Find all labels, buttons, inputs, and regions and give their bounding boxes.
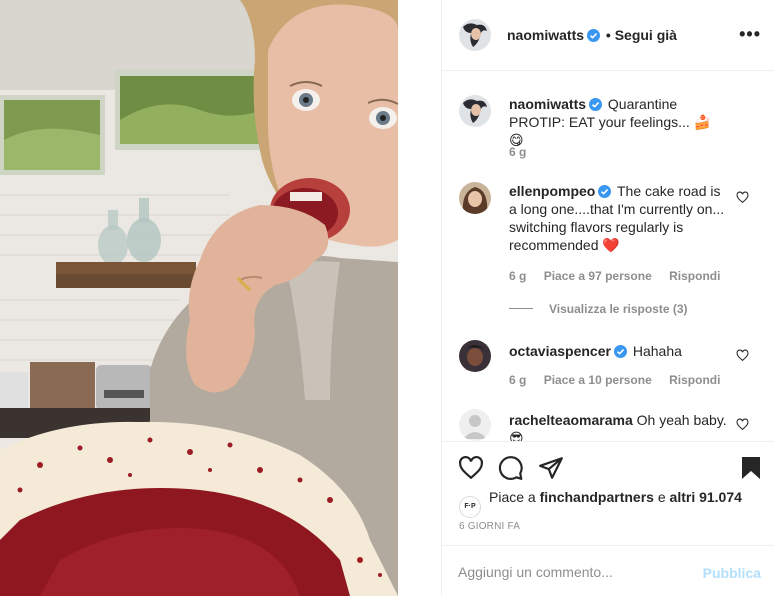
comment-time[interactable]: 6 g bbox=[509, 269, 526, 283]
caption-author[interactable]: naomiwatts bbox=[509, 96, 586, 112]
comment-likes[interactable]: Piace a 10 persone bbox=[544, 373, 652, 387]
like-comment-heart-icon[interactable] bbox=[736, 418, 749, 431]
comment-text: ellenpompeo The cake road is a long one.… bbox=[509, 182, 729, 254]
following-button[interactable]: • Segui già bbox=[606, 27, 677, 43]
comment-body: Hahaha bbox=[632, 343, 682, 359]
likes-others[interactable]: altri 91.074 bbox=[670, 489, 742, 505]
reply-button[interactable]: Rispondi bbox=[669, 373, 720, 387]
comment-likes[interactable]: Piace a 97 persone bbox=[544, 269, 652, 283]
save-bookmark-icon[interactable] bbox=[739, 455, 763, 481]
comments-list[interactable]: naomiwatts Quarantine PROTIP: EAT your f… bbox=[442, 71, 774, 442]
post-header: naomiwatts • Segui già ••• bbox=[442, 0, 774, 71]
comment-text: octaviaspencer Hahaha bbox=[509, 342, 729, 360]
more-options-icon[interactable]: ••• bbox=[739, 24, 761, 45]
like-comment-heart-icon[interactable] bbox=[736, 191, 749, 204]
commenter-avatar[interactable] bbox=[459, 409, 491, 441]
caption-avatar[interactable] bbox=[459, 95, 491, 127]
commenter-avatar[interactable] bbox=[459, 182, 491, 214]
likes-prefix: Piace a bbox=[489, 489, 540, 505]
verified-badge-icon bbox=[589, 98, 603, 111]
liker-username[interactable]: finchandpartners bbox=[540, 489, 654, 505]
verified-badge-icon bbox=[613, 345, 627, 358]
comment-author[interactable]: ellenpompeo bbox=[509, 183, 595, 199]
author-avatar[interactable] bbox=[459, 19, 491, 51]
like-comment-heart-icon[interactable] bbox=[736, 349, 749, 362]
post-photo[interactable] bbox=[0, 0, 398, 596]
like-heart-icon[interactable] bbox=[458, 455, 484, 481]
publish-button[interactable]: Pubblica bbox=[703, 565, 761, 581]
commenter-avatar[interactable] bbox=[459, 340, 491, 372]
comment-input[interactable] bbox=[458, 558, 698, 586]
caption-time[interactable]: 6 g bbox=[509, 145, 526, 159]
reply-button[interactable]: Rispondi bbox=[669, 269, 720, 283]
post-date[interactable]: 6 GIORNI FA bbox=[459, 521, 520, 532]
share-paper-plane-icon[interactable] bbox=[538, 455, 564, 481]
comment-author[interactable]: octaviaspencer bbox=[509, 343, 611, 359]
post-image bbox=[0, 0, 398, 596]
author-username[interactable]: naomiwatts bbox=[507, 27, 584, 43]
view-replies-label: Visualizza le risposte (3) bbox=[549, 302, 688, 316]
comment-text: rachelteaomarama Oh yeah baby. 😎 bbox=[509, 411, 729, 442]
action-bar bbox=[442, 443, 774, 491]
caption-text: naomiwatts Quarantine PROTIP: EAT your f… bbox=[509, 95, 729, 149]
author-row: naomiwatts • Segui già bbox=[507, 27, 677, 43]
comment-body-emoji: 😎 bbox=[509, 430, 524, 442]
comment-meta: 6 g Piace a 97 persone Rispondi bbox=[509, 269, 734, 283]
post-panel: naomiwatts • Segui già ••• naomiwatts Qu… bbox=[441, 0, 774, 596]
liker-avatar[interactable]: F·P bbox=[459, 496, 481, 518]
replies-line bbox=[509, 308, 533, 309]
comment-body: Oh yeah baby. bbox=[636, 412, 727, 428]
comment-meta: 6 g Piace a 10 persone Rispondi bbox=[509, 373, 734, 387]
likes-middle: e bbox=[653, 489, 670, 505]
caption-meta: 6 g bbox=[509, 145, 540, 159]
add-comment-bar: Pubblica bbox=[442, 545, 774, 596]
verified-badge-icon bbox=[587, 29, 601, 42]
comment-bubble-icon[interactable] bbox=[498, 455, 524, 481]
comment-author[interactable]: rachelteaomarama bbox=[509, 412, 633, 428]
view-replies-button[interactable]: Visualizza le risposte (3) bbox=[509, 302, 688, 316]
comment-time[interactable]: 6 g bbox=[509, 373, 526, 387]
verified-badge-icon bbox=[598, 185, 612, 198]
likes-summary[interactable]: F·P Piace a finchandpartners e altri 91.0… bbox=[459, 489, 742, 518]
